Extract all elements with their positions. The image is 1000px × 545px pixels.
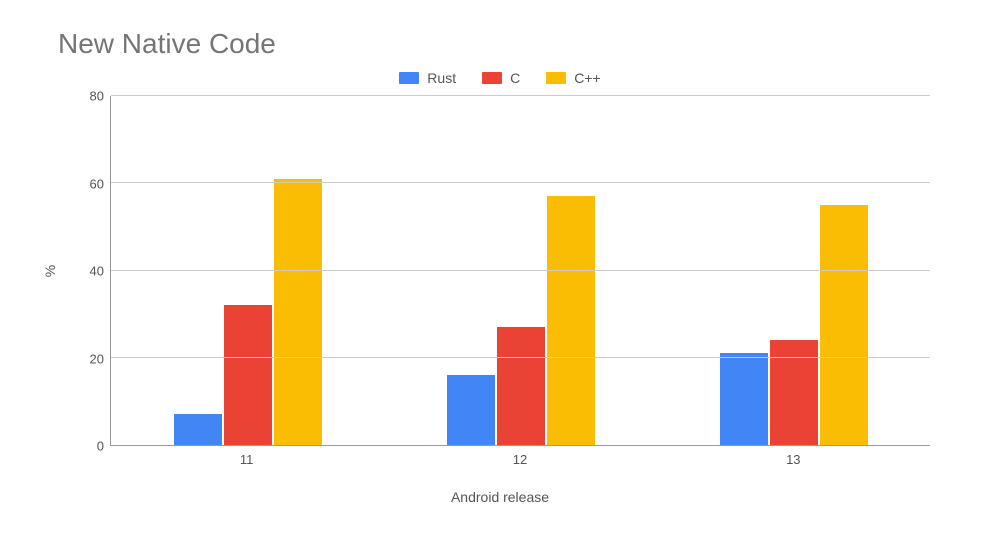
y-tick-label: 40 bbox=[90, 264, 104, 279]
bar bbox=[497, 327, 545, 445]
legend-label: Rust bbox=[427, 70, 456, 86]
bar-groups bbox=[111, 96, 930, 445]
legend-item: C++ bbox=[546, 70, 600, 86]
x-axis-label: Android release bbox=[30, 489, 970, 505]
y-tick-label: 60 bbox=[90, 176, 104, 191]
legend: Rust C C++ bbox=[30, 70, 970, 86]
gridline bbox=[111, 357, 930, 358]
chart-title: New Native Code bbox=[58, 28, 970, 60]
chart-container: New Native Code RustCC++ % 020406080 111… bbox=[0, 0, 1000, 545]
legend-swatch bbox=[482, 72, 502, 84]
y-tick-label: 20 bbox=[90, 351, 104, 366]
legend-swatch bbox=[546, 72, 566, 84]
y-tick-label: 0 bbox=[97, 439, 104, 454]
legend-label: C bbox=[510, 70, 520, 86]
x-tick-label: 11 bbox=[110, 452, 383, 467]
y-axis-label: % bbox=[42, 265, 58, 277]
bar-group bbox=[384, 96, 657, 445]
bar bbox=[547, 196, 595, 445]
gridline bbox=[111, 95, 930, 96]
y-tick-label: 80 bbox=[90, 89, 104, 104]
bar bbox=[174, 414, 222, 445]
legend-swatch bbox=[399, 72, 419, 84]
x-axis-ticks: 111213 bbox=[110, 452, 930, 467]
x-tick-label: 12 bbox=[383, 452, 656, 467]
bar-group bbox=[657, 96, 930, 445]
bar bbox=[224, 305, 272, 445]
x-tick-label: 13 bbox=[657, 452, 930, 467]
y-axis-ticks: 020406080 bbox=[70, 96, 110, 446]
gridline bbox=[111, 270, 930, 271]
bar-group bbox=[111, 96, 384, 445]
legend-item: C bbox=[482, 70, 520, 86]
bar bbox=[820, 205, 868, 445]
legend-item: Rust bbox=[399, 70, 456, 86]
bar bbox=[274, 179, 322, 445]
plot-area bbox=[110, 96, 930, 446]
legend-label: C++ bbox=[574, 70, 600, 86]
gridline bbox=[111, 182, 930, 183]
bar bbox=[720, 353, 768, 445]
y-axis-label-container: % bbox=[30, 96, 70, 446]
bar bbox=[447, 375, 495, 445]
